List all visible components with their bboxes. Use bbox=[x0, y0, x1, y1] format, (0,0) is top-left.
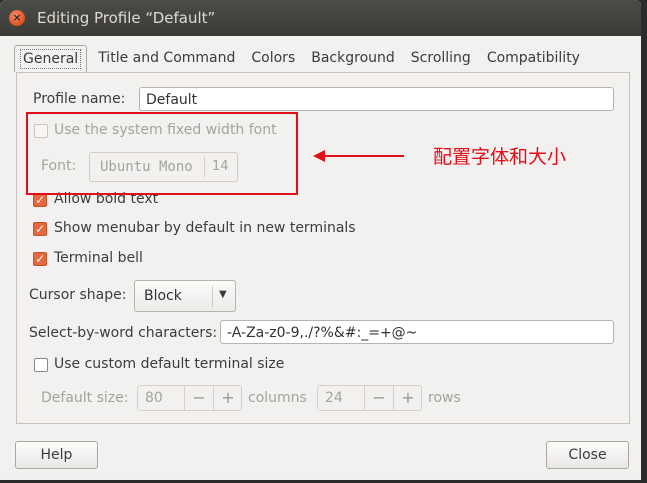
tab-compatibility[interactable]: Compatibility bbox=[482, 45, 585, 71]
title-bar: × Editing Profile “Default” bbox=[0, 0, 641, 36]
show-menubar-label: Show menubar by default in new terminals bbox=[54, 220, 356, 236]
cursor-shape-value: Block bbox=[144, 288, 182, 304]
profile-name-input[interactable]: Default bbox=[139, 87, 614, 111]
show-menubar-checkbox[interactable]: ✓ bbox=[33, 222, 47, 236]
chevron-down-icon: ▼ bbox=[219, 289, 227, 300]
tab-general[interactable]: General bbox=[14, 45, 88, 72]
columns-decrement-button[interactable]: − bbox=[184, 386, 213, 410]
tab-label: General bbox=[20, 49, 82, 69]
dropdown-separator bbox=[212, 286, 213, 307]
rows-label: rows bbox=[428, 390, 461, 406]
columns-spinbutton[interactable]: 80 − + bbox=[137, 385, 242, 411]
default-size-label: Default size: bbox=[41, 390, 129, 406]
annotation-arrow-line bbox=[324, 155, 404, 157]
select-by-word-input[interactable]: -A-Za-z0-9,./?%&#:_=+@~ bbox=[220, 320, 614, 344]
annotation-highlight-box bbox=[26, 112, 298, 195]
close-window-icon[interactable]: × bbox=[9, 10, 25, 26]
columns-increment-button[interactable]: + bbox=[213, 386, 242, 410]
columns-value: 80 bbox=[145, 390, 163, 406]
custom-size-checkbox[interactable] bbox=[34, 358, 48, 372]
tab-colors[interactable]: Colors bbox=[246, 45, 300, 71]
annotation-text: 配置字体和大小 bbox=[433, 146, 567, 168]
desktop-edge bbox=[641, 0, 647, 483]
tab-background[interactable]: Background bbox=[306, 45, 400, 71]
columns-label: columns bbox=[248, 390, 307, 406]
terminal-bell-label: Terminal bell bbox=[54, 250, 143, 266]
cursor-shape-dropdown[interactable]: Block ▼ bbox=[134, 280, 236, 312]
profile-editor-window: × Editing Profile “Default” General Titl… bbox=[0, 0, 641, 480]
tab-scrolling[interactable]: Scrolling bbox=[406, 45, 476, 71]
tab-title-and-command[interactable]: Title and Command bbox=[93, 45, 240, 71]
select-by-word-label: Select-by-word characters: bbox=[29, 325, 218, 341]
window-title: Editing Profile “Default” bbox=[37, 9, 216, 27]
allow-bold-checkbox[interactable]: ✓ bbox=[33, 193, 47, 207]
rows-spinbutton[interactable]: 24 − + bbox=[317, 385, 422, 411]
rows-decrement-button[interactable]: − bbox=[364, 386, 393, 410]
close-button[interactable]: Close bbox=[546, 441, 629, 469]
help-button[interactable]: Help bbox=[15, 441, 98, 469]
profile-name-label: Profile name: bbox=[33, 91, 126, 107]
background-strip bbox=[0, 478, 641, 480]
cursor-shape-label: Cursor shape: bbox=[29, 287, 127, 303]
rows-increment-button[interactable]: + bbox=[393, 386, 422, 410]
custom-size-label: Use custom default terminal size bbox=[54, 356, 285, 372]
tab-bar: General Title and Command Colors Backgro… bbox=[14, 45, 591, 73]
terminal-bell-checkbox[interactable]: ✓ bbox=[33, 252, 47, 266]
rows-value: 24 bbox=[325, 390, 343, 406]
